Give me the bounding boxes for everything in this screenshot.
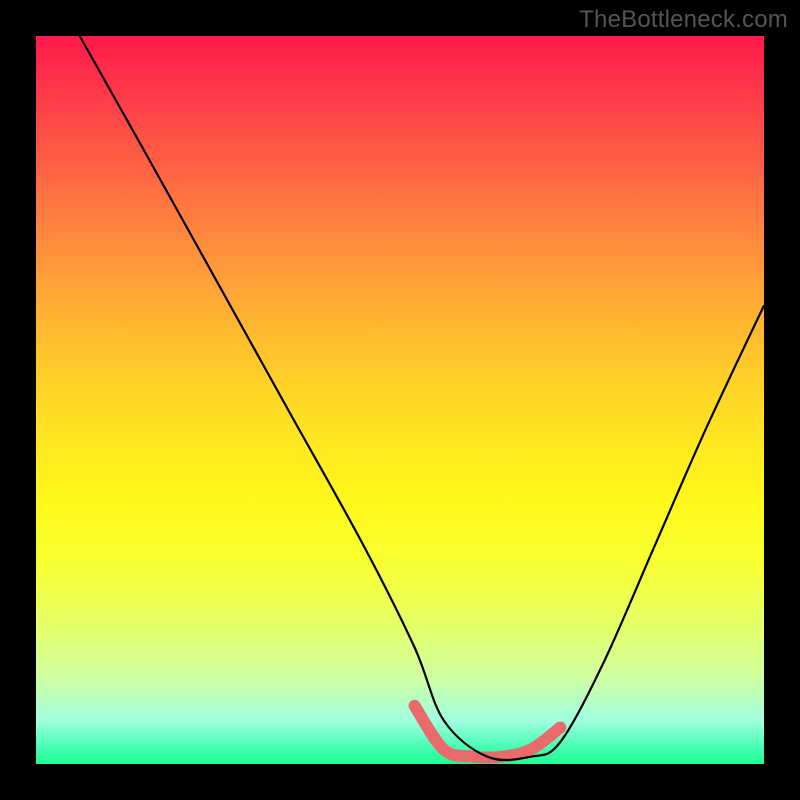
main-curve (80, 36, 764, 760)
chart-svg (36, 36, 764, 764)
plot-area (36, 36, 764, 764)
highlight-curve (415, 706, 561, 758)
watermark-text: TheBottleneck.com (579, 6, 788, 34)
chart-container: TheBottleneck.com (0, 0, 800, 800)
